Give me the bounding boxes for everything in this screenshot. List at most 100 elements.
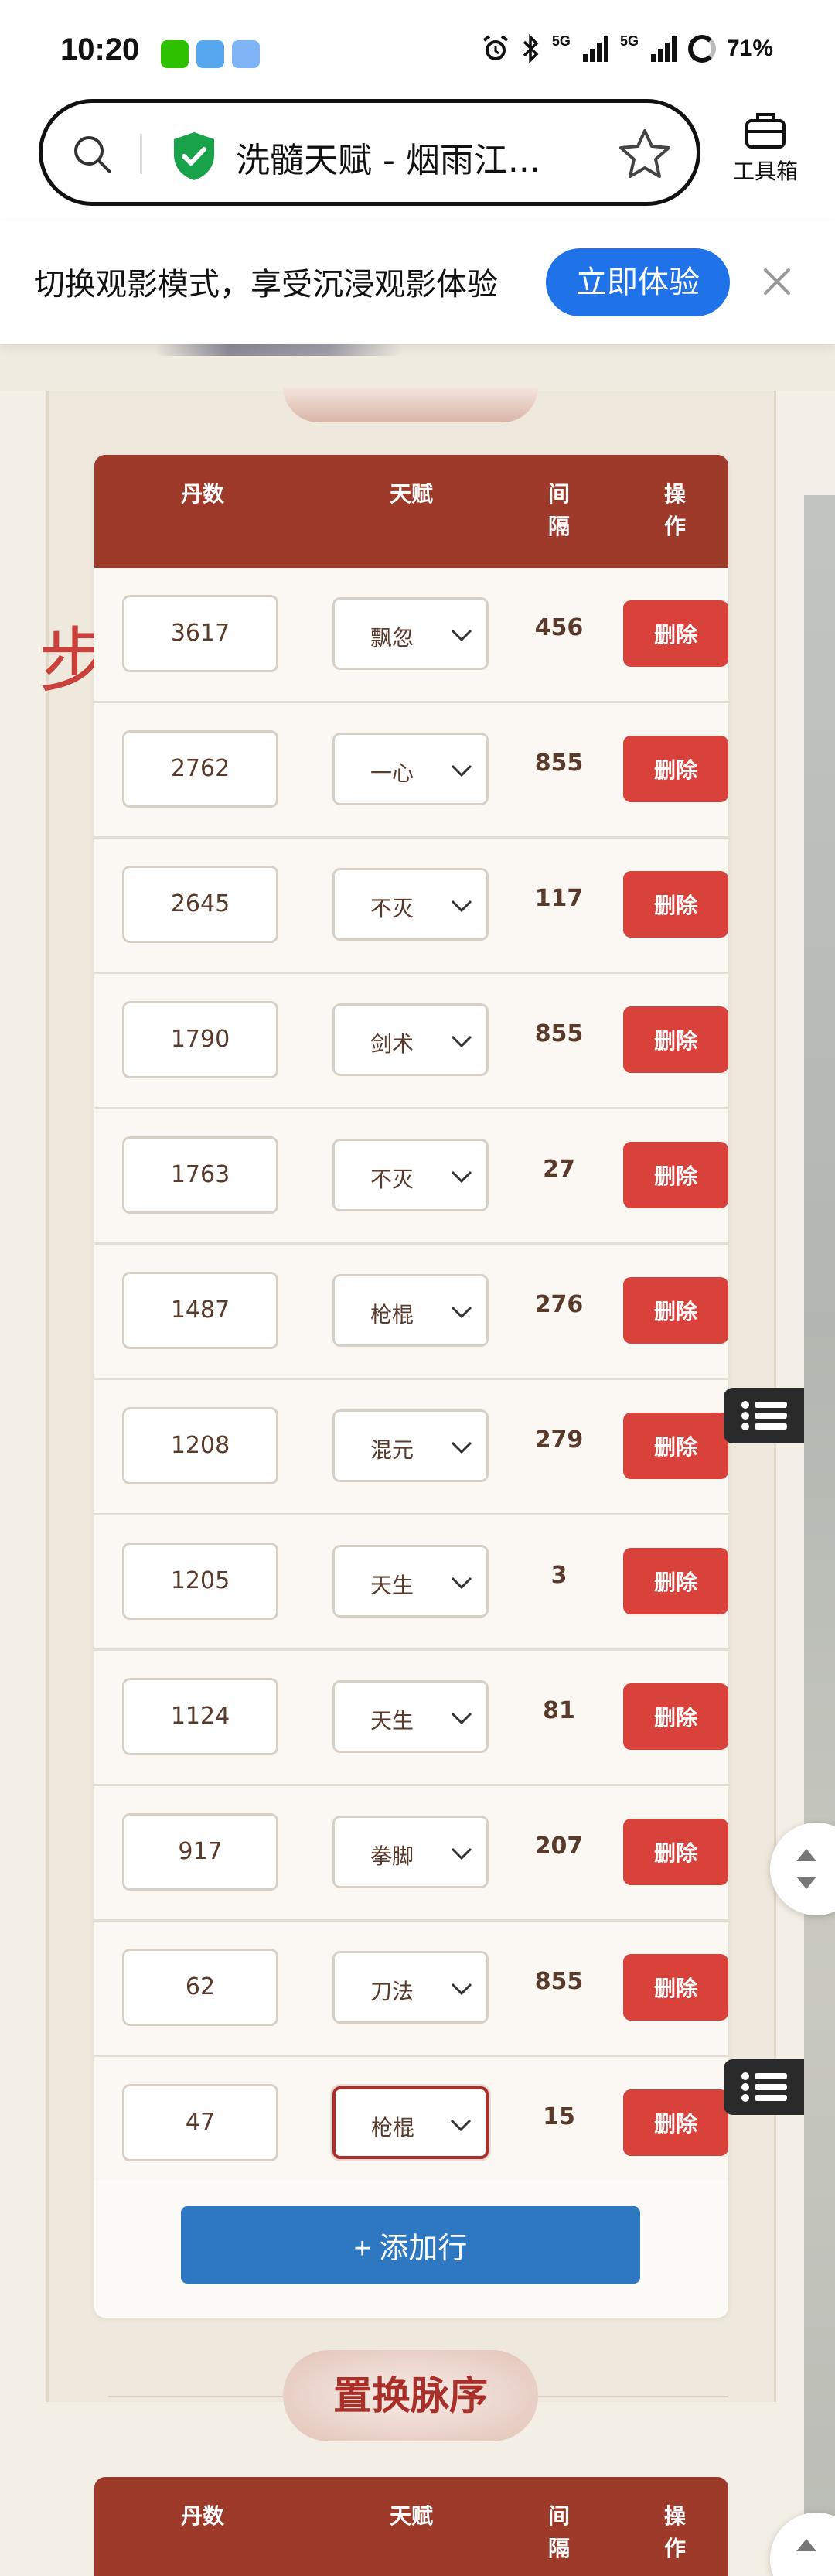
dan-input[interactable]: 2645 — [122, 866, 278, 943]
dan-input[interactable]: 62 — [122, 1949, 278, 2026]
delete-button[interactable]: 删除 — [623, 1006, 728, 1073]
delete-button[interactable]: 删除 — [623, 2089, 728, 2156]
list-icon — [741, 2072, 787, 2102]
talent-select-value: 刀法 — [370, 1979, 414, 2004]
section-title: 置换脉序 — [283, 2350, 538, 2441]
header-interval-line1: 间 — [547, 2503, 570, 2529]
dan-input[interactable]: 47 — [122, 2084, 278, 2161]
dan-input[interactable]: 1208 — [122, 1407, 278, 1484]
talent-select-value: 剑术 — [370, 1031, 414, 1057]
talent-select[interactable]: 不灭 — [332, 1139, 489, 1211]
delete-button[interactable]: 删除 — [623, 1819, 728, 1885]
interval-value: 279 — [534, 1426, 584, 1454]
section-title-pill-top — [283, 387, 538, 422]
header-dan: 丹数 — [180, 481, 224, 507]
talent-select[interactable]: 一心 — [332, 733, 489, 805]
page-background — [0, 344, 835, 391]
talent-select[interactable]: 混元 — [332, 1409, 489, 1482]
delete-button[interactable]: 删除 — [623, 1413, 728, 1479]
talent-select-value: 天生 — [370, 1708, 414, 1734]
dan-input[interactable]: 1790 — [122, 1001, 278, 1078]
add-row-button[interactable]: + 添加行 — [181, 2206, 640, 2284]
delete-button[interactable]: 删除 — [623, 736, 728, 802]
talent-select[interactable]: 天生 — [332, 1545, 489, 1618]
dan-input[interactable]: 3617 — [122, 595, 278, 672]
talent-select[interactable]: 枪棍 — [332, 2086, 489, 2159]
table-row: 3617 飘忽 456 删除 — [94, 568, 728, 703]
header-action-line1: 操 — [663, 481, 686, 507]
search-icon[interactable] — [70, 132, 114, 176]
delete-button[interactable]: 删除 — [623, 600, 728, 667]
sequence-table-header: 丹数 天赋 间 隔 操 作 — [94, 2477, 728, 2576]
dan-input[interactable]: 1763 — [122, 1136, 278, 1214]
delete-button[interactable]: 删除 — [623, 1548, 728, 1614]
title-divider-left — [108, 2396, 283, 2397]
signal-icon-1 — [582, 36, 608, 62]
close-icon[interactable] — [758, 262, 796, 301]
talent-select[interactable]: 刀法 — [332, 1951, 489, 2024]
status-indicators: 5G 5G 71% — [481, 32, 773, 63]
status-bar: 10:20 5G 5G 71% — [0, 0, 835, 93]
talent-select[interactable]: 拳脚 — [332, 1816, 489, 1888]
signal-icon-2 — [650, 36, 677, 62]
bluetooth-icon — [523, 34, 539, 63]
scroll-control-button-2[interactable] — [770, 2513, 835, 2576]
app-notification-icon — [232, 40, 260, 68]
talent-select-value: 枪棍 — [371, 2115, 415, 2140]
chevron-down-icon — [451, 1170, 472, 1184]
header-talent: 天赋 — [389, 2503, 433, 2529]
interval-value: 117 — [534, 885, 584, 912]
table-row: 1763 不灭 27 删除 — [94, 1109, 728, 1245]
dan-input[interactable]: 1124 — [122, 1678, 278, 1755]
talent-select[interactable]: 剑术 — [332, 1003, 489, 1076]
floating-menu-button[interactable] — [724, 1388, 804, 1443]
talent-select[interactable]: 天生 — [332, 1680, 489, 1753]
wechat-icon — [161, 40, 189, 68]
page-title: 洗髓天赋 - 烟雨江... — [236, 141, 540, 180]
chevron-down-icon — [451, 1577, 472, 1590]
header-interval-line2: 隔 — [547, 514, 570, 539]
scroll-up-down-icon — [796, 1849, 816, 1889]
address-bar[interactable]: 洗髓天赋 - 烟雨江... — [39, 99, 700, 206]
dan-input[interactable]: 2762 — [122, 730, 278, 808]
chevron-down-icon — [451, 764, 472, 777]
talent-select[interactable]: 枪棍 — [332, 1274, 489, 1347]
chevron-down-icon — [451, 1712, 472, 1725]
talent-select-value: 一心 — [370, 760, 414, 786]
header-action: 操 作 — [648, 478, 702, 543]
toolbox-button[interactable]: 工具箱 — [727, 110, 804, 186]
network-type-2: 5G — [619, 32, 639, 49]
table-row: 1205 天生 3 删除 — [94, 1515, 728, 1651]
table-row: 917 拳脚 207 删除 — [94, 1786, 728, 1922]
banner-text: 切换观影模式，享受沉浸观影体验 — [34, 267, 498, 302]
chevron-down-icon — [451, 1306, 472, 1319]
delete-button[interactable]: 删除 — [623, 1277, 728, 1344]
dan-input[interactable]: 917 — [122, 1813, 278, 1891]
delete-button[interactable]: 删除 — [623, 1142, 728, 1208]
header-interval: 间 隔 — [532, 478, 586, 543]
dan-input[interactable]: 1487 — [122, 1272, 278, 1349]
talent-select-value: 枪棍 — [370, 1302, 414, 1327]
talent-select[interactable]: 不灭 — [332, 868, 489, 941]
table-row: 1487 枪棍 276 删除 — [94, 1245, 728, 1380]
chevron-down-icon — [451, 900, 472, 913]
table-row: 2762 一心 855 删除 — [94, 703, 728, 839]
try-now-button[interactable]: 立即体验 — [546, 248, 730, 316]
talent-select[interactable]: 飘忽 — [332, 597, 489, 670]
header-interval-line1: 间 — [547, 481, 570, 507]
delete-button[interactable]: 删除 — [623, 871, 728, 938]
header-action-line1: 操 — [663, 2503, 686, 2529]
status-time: 10:20 — [60, 32, 140, 67]
floating-menu-button-2[interactable] — [724, 2059, 804, 2115]
talent-select-value: 天生 — [370, 1573, 414, 1598]
interval-value: 207 — [534, 1833, 584, 1860]
address-divider — [140, 134, 142, 174]
bookmark-star-icon[interactable] — [616, 126, 673, 183]
interval-value: 81 — [543, 1697, 575, 1724]
delete-button[interactable]: 删除 — [623, 1954, 728, 2021]
scroll-control-button[interactable] — [770, 1823, 835, 1915]
delete-button[interactable]: 删除 — [623, 1683, 728, 1750]
dan-input[interactable]: 1205 — [122, 1543, 278, 1620]
chevron-down-icon — [450, 2119, 472, 2132]
table-row: 1208 混元 279 删除 — [94, 1380, 728, 1515]
